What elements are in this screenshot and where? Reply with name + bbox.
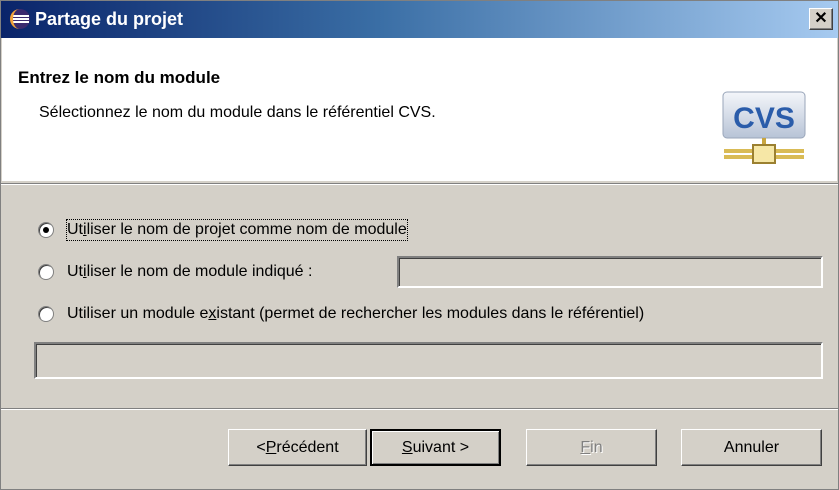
eclipse-icon xyxy=(10,9,30,29)
button-bar-separator xyxy=(1,408,838,410)
next-button[interactable]: Suivant > xyxy=(370,429,501,466)
cancel-button[interactable]: Annuler xyxy=(681,429,822,466)
cvs-repository-icon: CVS xyxy=(722,91,806,164)
module-name-field[interactable] xyxy=(397,256,823,288)
use-specified-name-radio[interactable] xyxy=(38,264,54,280)
mnemonic: P xyxy=(265,438,277,456)
label-text: liser le nom de module indiqué : xyxy=(86,263,313,280)
finish-button[interactable]: Fin xyxy=(526,429,657,466)
button-text: in xyxy=(590,438,603,456)
use-existing-module-label[interactable]: Utiliser un module existant (permet de r… xyxy=(67,304,644,324)
button-text: récédent xyxy=(276,438,339,456)
share-project-dialog: Partage du projet ✕ Entrez le nom du mod… xyxy=(0,0,839,490)
back-button[interactable]: < Précédent xyxy=(228,429,367,466)
cvs-logo-text: CVS xyxy=(733,102,795,135)
title-bar[interactable]: Partage du projet ✕ xyxy=(1,1,838,38)
label-text: Utiliser un module e xyxy=(67,305,209,322)
use-project-name-label[interactable]: Utiliser le nom de projet comme nom de m… xyxy=(66,219,408,241)
page-title: Entrez le nom du module xyxy=(18,68,221,87)
button-text: Annuler xyxy=(723,438,780,456)
label-text: Ut xyxy=(67,263,83,280)
close-button[interactable]: ✕ xyxy=(809,8,833,30)
label-text: Ut xyxy=(67,221,83,238)
close-icon: ✕ xyxy=(814,10,828,27)
use-specified-name-label[interactable]: Utiliser le nom de module indiqué : xyxy=(67,262,312,282)
page-description: Sélectionnez le nom du module dans le ré… xyxy=(39,104,436,121)
label-text: liser le nom de projet comme nom de modu… xyxy=(86,221,407,238)
wizard-banner: Entrez le nom du module Sélectionnez le … xyxy=(2,38,837,181)
use-existing-module-radio[interactable] xyxy=(38,306,54,322)
window-title: Partage du projet xyxy=(35,9,184,29)
banner-separator xyxy=(1,183,838,185)
label-text: istant (permet de rechercher les modules… xyxy=(216,305,645,322)
button-text: uivant > xyxy=(412,438,470,456)
button-text: < xyxy=(256,438,266,456)
mnemonic: F xyxy=(580,438,591,456)
mnemonic: S xyxy=(401,438,413,456)
existing-module-field[interactable] xyxy=(34,342,823,379)
use-project-name-radio[interactable] xyxy=(38,222,54,238)
